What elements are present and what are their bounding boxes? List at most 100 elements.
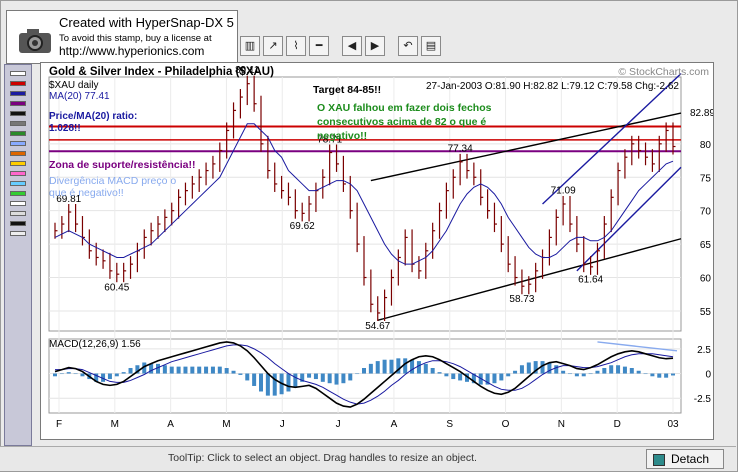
macd-histogram-bar (272, 373, 277, 396)
forward-arrow-icon[interactable]: ▶ (365, 36, 385, 56)
swatch[interactable] (10, 71, 26, 76)
macd-histogram-bar (327, 373, 332, 384)
macd-histogram-bar (334, 373, 339, 385)
x-tick-label: N (558, 419, 565, 430)
macd-histogram-bar (224, 368, 229, 374)
x-tick-label: J (280, 419, 285, 430)
back-arrow-icon[interactable]: ◀ (342, 36, 362, 56)
ratio-line-2: 1.028!! (49, 123, 81, 134)
swatch[interactable] (10, 171, 26, 176)
swatch[interactable] (10, 221, 26, 226)
stamp-line-1: Created with HyperSnap-DX 5 (59, 15, 234, 30)
macd-histogram-bar (595, 370, 600, 374)
macd-histogram-bar (293, 373, 298, 388)
macd-histogram-bar (403, 358, 408, 374)
macd-signal-line (55, 344, 674, 405)
drawing-toolbar: ▥ ↗ ⌇ ━ ◀ ▶ ↶ ▤ (240, 36, 441, 58)
macd-histogram-bar (238, 373, 243, 375)
macd-histogram-bar (430, 368, 435, 374)
trendline-icon[interactable]: ↗ (263, 36, 283, 56)
macd-histogram-bar (382, 359, 387, 374)
macd-histogram-bar (410, 359, 415, 374)
macd-histogram-bar (265, 373, 270, 396)
support-note: Zona de suporte/resistência!! (49, 159, 195, 171)
hypersnap-stamp: Created with HyperSnap-DX 5 To avoid thi… (6, 10, 238, 64)
x-tick-label: F (56, 419, 62, 430)
macd-histogram-bar (368, 363, 373, 374)
swatch[interactable] (10, 161, 26, 166)
price-tick-label: 60 (700, 274, 712, 285)
macd-histogram-bar (519, 365, 524, 374)
chart-panel[interactable]: 55 60 65 70 75 80 82.89 2.5 0 -2.5 F M A M J J A S O N D 03 69… (40, 62, 715, 440)
macd-histogram-bar (313, 373, 318, 380)
camera-icon (19, 29, 51, 53)
chart-svg: 55 60 65 70 75 80 82.89 2.5 0 -2.5 F M A M J J A S O N D 03 69… (48, 65, 715, 430)
macd-histogram-bar (231, 370, 236, 374)
macd-histogram-bar (588, 373, 593, 375)
header-stats: 27-Jan-2003 O:81.90 H:82.82 L:79.12 C:79… (426, 81, 679, 92)
watermark: © StockCharts.com (618, 66, 709, 78)
detach-button[interactable]: Detach (646, 449, 724, 469)
swatch[interactable] (10, 111, 26, 116)
macd-tick-label: 0 (705, 370, 711, 381)
macd-histogram-bar (197, 366, 202, 374)
x-tick-label: D (614, 419, 621, 430)
macd-histogram-bar (622, 366, 627, 374)
macd-histogram-bar (554, 365, 559, 374)
zigzag-icon[interactable]: ⌇ (286, 36, 306, 56)
swatch[interactable] (10, 141, 26, 146)
macd-histogram-bar (636, 370, 641, 374)
macd-histogram-bar (190, 366, 195, 374)
stamp-line-2: To avoid this stamp, buy a license at (59, 33, 212, 44)
macd-histogram-bar (664, 373, 669, 378)
falhou-line-3: negativo!! (317, 130, 367, 142)
undo-icon[interactable]: ↶ (398, 36, 418, 56)
swatch[interactable] (10, 231, 26, 236)
macd-histogram-bar (107, 373, 112, 380)
stamp-line-3[interactable]: http://www.hyperionics.com (59, 44, 204, 58)
macd-histogram-bar (506, 373, 511, 377)
properties-icon[interactable]: ▤ (421, 36, 441, 56)
detach-label: Detach (671, 452, 710, 466)
macd-histogram-bar (389, 359, 394, 374)
macd-histogram-bar (286, 373, 291, 392)
macd-histogram-bar (513, 370, 518, 374)
macd-histogram-bar (183, 366, 188, 374)
x-tick-label: 03 (667, 419, 679, 430)
swatch[interactable] (10, 191, 26, 196)
macd-histogram-bar (629, 368, 634, 374)
swatch[interactable] (10, 121, 26, 126)
swatch[interactable] (10, 201, 26, 206)
swatch[interactable] (10, 91, 26, 96)
x-tick-label: A (391, 419, 398, 430)
swatch[interactable] (10, 181, 26, 186)
macd-histogram-bar (574, 373, 579, 377)
macd-histogram-bar (657, 373, 662, 378)
macd-histogram-bar (616, 365, 621, 374)
price-point-label: 58.73 (509, 294, 534, 305)
price-point-label: 69.62 (290, 221, 315, 232)
macd-histogram-bar (217, 366, 222, 374)
macd-histogram-bar (348, 373, 353, 381)
swatch[interactable] (10, 101, 26, 106)
macd-histogram-bar (162, 365, 167, 374)
macd-histogram-bar (643, 373, 648, 375)
macd-histogram-bar (355, 373, 360, 375)
gridlines-icon[interactable]: ▥ (240, 36, 260, 56)
swatch[interactable] (10, 151, 26, 156)
macd-histogram-bar (252, 373, 257, 386)
swatch[interactable] (10, 211, 26, 216)
macd-histogram-bar (437, 372, 442, 374)
price-point-label: 77.34 (448, 144, 473, 155)
price-tick-label: 55 (700, 307, 712, 318)
macd-histogram-bar (375, 361, 380, 374)
horizontal-line-icon[interactable]: ━ (309, 36, 329, 56)
macd-histogram-bar (66, 372, 71, 374)
macd-histogram-bar (149, 363, 154, 374)
macd-histogram-bar (245, 373, 250, 381)
swatch[interactable] (10, 81, 26, 86)
swatch[interactable] (10, 131, 26, 136)
macd-histogram-bar (114, 373, 119, 377)
ratio-line-1: Price/MA(20) ratio: (49, 111, 137, 122)
macd-histogram-bar (458, 373, 463, 381)
